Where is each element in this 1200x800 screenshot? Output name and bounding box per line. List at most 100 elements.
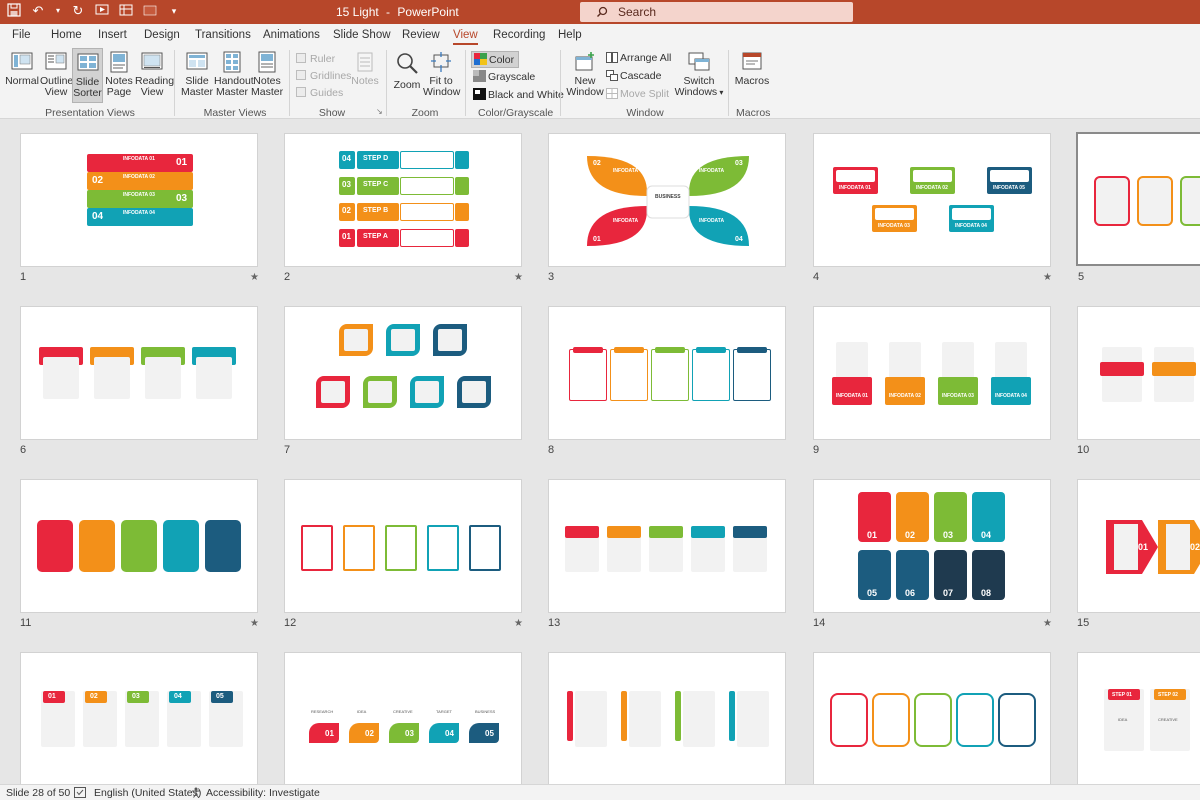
- group-separator: [560, 50, 561, 116]
- arrange-all-button[interactable]: Arrange All: [606, 52, 671, 64]
- arrange-all-icon: [606, 52, 618, 63]
- accessibility-icon[interactable]: [190, 787, 202, 800]
- slide-thumbnail-15[interactable]: 01 02: [1077, 479, 1200, 613]
- cascade-button[interactable]: Cascade: [606, 70, 661, 82]
- slide14-num-01: 01: [867, 530, 878, 540]
- slide12-card-1: [301, 525, 333, 571]
- slide-number-1: 1: [20, 271, 27, 283]
- move-split-button[interactable]: Move Split: [606, 88, 669, 100]
- slide-thumbnail-3[interactable]: INFODATA INFODATA INFODATA INFODATA 02 0…: [548, 133, 786, 267]
- slide2-icon-c: [455, 177, 469, 195]
- reading-view-button[interactable]: Reading View: [135, 51, 174, 98]
- slide-thumbnail-19[interactable]: [813, 652, 1051, 784]
- tab-transitions[interactable]: Transitions: [195, 29, 251, 41]
- show-dialog-launcher-icon[interactable]: ↘: [376, 107, 383, 116]
- tab-insert[interactable]: Insert: [98, 29, 127, 41]
- slide5-card-3: [1180, 176, 1200, 226]
- ruler-checkbox[interactable]: Ruler: [296, 53, 335, 65]
- slide14-num-03: 03: [943, 530, 954, 540]
- slide-thumbnail-1[interactable]: INFODATA 01 INFODATA 02 INFODATA 03 INFO…: [20, 133, 258, 267]
- slide14-num-07: 07: [943, 588, 954, 598]
- gridlines-checkbox[interactable]: Gridlines: [296, 70, 351, 82]
- slide17-label-research: RESEARCH: [311, 709, 334, 714]
- slide14-num-06: 06: [905, 588, 916, 598]
- slide-thumbnail-17[interactable]: RESEARCH IDEA CREATIVE TARGET BUSINESS 0…: [284, 652, 522, 784]
- fit-to-window-button[interactable]: Fit to Window: [423, 51, 460, 98]
- shape-fill-icon[interactable]: [142, 3, 158, 19]
- slide8-tab-2: [614, 347, 644, 353]
- slide-thumbnail-18[interactable]: [548, 652, 786, 784]
- slide7-tile-1-body: [344, 329, 368, 351]
- customize-qat-icon[interactable]: ▾: [166, 3, 182, 19]
- slide-thumbnail-7[interactable]: [284, 306, 522, 440]
- guides-checkbox[interactable]: Guides: [296, 87, 343, 99]
- tab-animations[interactable]: Animations: [263, 29, 320, 41]
- grayscale-label: Grayscale: [488, 71, 536, 83]
- cascade-icon: [606, 70, 618, 81]
- reading-view-icon: [141, 52, 163, 70]
- new-window-button[interactable]: New Window: [566, 51, 604, 98]
- tab-recording[interactable]: Recording: [493, 29, 545, 41]
- notes-master-button[interactable]: Notes Master: [251, 51, 283, 98]
- slide-sorter-button[interactable]: Slide Sorter: [72, 48, 103, 103]
- slide16-num-01: 01: [48, 693, 56, 700]
- slide-thumbnail-4[interactable]: INFODATA 01 INFODATA 02 INFODATA 05 INFO…: [813, 133, 1051, 267]
- undo-dropdown-icon[interactable]: ▾: [54, 3, 62, 19]
- tab-design[interactable]: Design: [144, 29, 180, 41]
- slide-thumbnail-8[interactable]: [548, 306, 786, 440]
- slide9-label-3: INFODATA 03: [942, 393, 974, 399]
- accessibility-status[interactable]: Accessibility: Investigate: [206, 787, 320, 799]
- slide-thumbnail-5[interactable]: [1076, 132, 1200, 266]
- zoom-button[interactable]: Zoom: [392, 51, 422, 91]
- tab-review[interactable]: Review: [402, 29, 440, 41]
- slide7-tile-4-body: [321, 381, 345, 403]
- grayscale-button[interactable]: Grayscale: [473, 70, 535, 83]
- notes-page-button[interactable]: Notes Page: [104, 51, 134, 98]
- from-beginning-icon[interactable]: [94, 3, 110, 19]
- slide-thumbnail-13[interactable]: [548, 479, 786, 613]
- tab-file[interactable]: File: [12, 29, 31, 41]
- slide-number-15: 15: [1077, 617, 1090, 629]
- undo-icon[interactable]: ↶: [30, 3, 46, 19]
- slide-thumbnail-10[interactable]: [1077, 306, 1200, 440]
- handout-master-button[interactable]: Handout Master: [214, 51, 254, 98]
- slide-thumbnail-11[interactable]: [20, 479, 258, 613]
- proofing-icon[interactable]: [74, 787, 86, 800]
- slide-thumbnail-9[interactable]: INFODATA 01 INFODATA 02 INFODATA 03 INFO…: [813, 306, 1051, 440]
- color-label: Color: [489, 54, 515, 66]
- slide-thumbnail-6[interactable]: [20, 306, 258, 440]
- switch-windows-button[interactable]: Switch Windows ▾: [674, 51, 724, 98]
- tab-slide-show[interactable]: Slide Show: [333, 29, 391, 41]
- slide-thumbnail-12[interactable]: [284, 479, 522, 613]
- outline-view-button[interactable]: Outline View: [40, 51, 73, 98]
- save-icon[interactable]: [6, 3, 22, 19]
- slide2-step-c-label: STEP C: [363, 181, 389, 188]
- slide-thumbnail-16[interactable]: 01 02 03 04 05: [20, 652, 258, 784]
- color-button[interactable]: Color: [471, 51, 520, 68]
- slide17-num-04: 04: [445, 729, 454, 738]
- slide13-top-3: [649, 526, 683, 538]
- slide-number-5: 5: [1078, 271, 1085, 283]
- slide-thumbnail-14[interactable]: 01 02 03 04 05 06 07 08: [813, 479, 1051, 613]
- handout-master-icon: [223, 51, 241, 73]
- tab-view[interactable]: View: [453, 29, 478, 45]
- macros-button[interactable]: Macros: [734, 51, 770, 87]
- slide-thumbnail-20[interactable]: STEP 01 IDEA STEP 02 CREATIVE: [1077, 652, 1200, 784]
- normal-view-button[interactable]: Normal: [5, 51, 39, 87]
- slide11-card-2: [79, 520, 115, 572]
- slide-thumbnail-2[interactable]: 04 03 02 01 STEP D STEP C STEP B STEP A: [284, 133, 522, 267]
- search-box[interactable]: Search: [580, 2, 853, 22]
- table-icon[interactable]: [118, 3, 134, 19]
- zoom-magnifier-icon: [397, 53, 418, 74]
- slide-master-button[interactable]: Slide Master: [180, 51, 214, 98]
- slide3-num-01: 01: [593, 236, 601, 243]
- slide2-num-01: 01: [342, 232, 351, 241]
- notes-toggle-button[interactable]: Notes: [350, 51, 380, 87]
- slide-master-icon: [186, 52, 208, 70]
- language-status[interactable]: English (United States): [94, 787, 201, 799]
- black-and-white-button[interactable]: Black and White: [473, 88, 564, 101]
- redo-icon[interactable]: ↻: [70, 3, 86, 19]
- group-separator: [289, 50, 290, 116]
- tab-help[interactable]: Help: [558, 29, 582, 41]
- tab-home[interactable]: Home: [51, 29, 82, 41]
